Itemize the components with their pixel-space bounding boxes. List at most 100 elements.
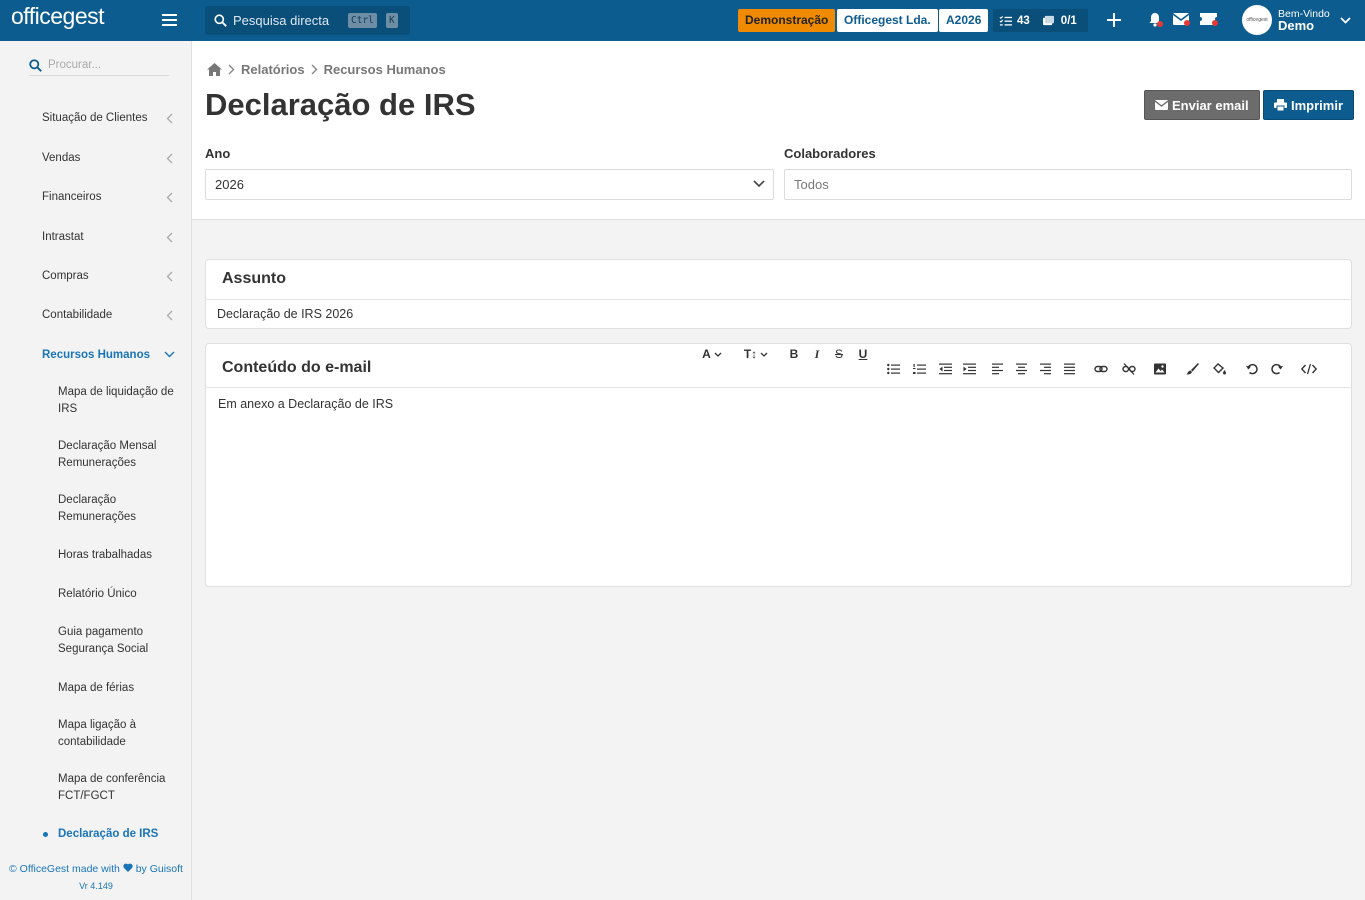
assunto-title: Assunto	[222, 270, 286, 287]
undo-icon[interactable]	[1246, 359, 1258, 379]
sidebar-item-label: Situação de Clientes	[42, 112, 148, 124]
chevron-left-icon	[166, 271, 173, 282]
font-family-label: A	[702, 347, 711, 361]
docs-count[interactable]: 0/1	[1061, 15, 1077, 27]
hamburger-menu-icon[interactable]	[162, 14, 177, 26]
messages[interactable]	[1172, 13, 1190, 28]
sidebar-item-label: Contabilidade	[42, 309, 113, 321]
notifications-bell[interactable]	[1148, 12, 1163, 30]
font-size-button[interactable]: T↕	[741, 344, 771, 364]
submenu-declaracao-irs[interactable]: Declaração de IRS	[58, 826, 183, 843]
strikethrough-button[interactable]: S	[833, 344, 845, 364]
ordered-list-icon[interactable]	[913, 359, 926, 379]
submenu-mapa-conferencia-fct[interactable]: Mapa de conferência FCT/FGCT	[58, 771, 183, 805]
sidebar-item-vendas[interactable]: Vendas	[42, 152, 177, 164]
add-icon[interactable]	[1107, 13, 1121, 27]
font-size-label: T↕	[743, 347, 758, 361]
sidebar-search-placeholder: Procurar...	[48, 59, 102, 71]
assunto-input[interactable]: Declaração de IRS 2026	[206, 299, 1351, 328]
kbd-k: K	[386, 13, 398, 28]
top-bar: officegest Pesquisa directa Ctrl K Demon…	[0, 0, 1365, 41]
underline-button[interactable]: U	[857, 344, 869, 364]
year-badge[interactable]: A2026	[939, 9, 989, 32]
chevron-left-icon	[166, 192, 173, 203]
redo-icon[interactable]	[1271, 359, 1283, 379]
submenu-relatorio-unico[interactable]: Relatório Único	[58, 586, 183, 603]
unlink-icon[interactable]	[1122, 359, 1136, 379]
quick-search-label: Pesquisa directa	[233, 13, 330, 28]
sidebar-search[interactable]: Procurar...	[29, 55, 169, 76]
active-bullet	[43, 832, 48, 837]
assunto-card: Assunto Declaração de IRS 2026	[205, 259, 1352, 329]
chevron-down-icon	[714, 352, 722, 357]
footer-by-guisoft[interactable]: by Guisoft	[136, 863, 183, 875]
print-button[interactable]: Imprimir	[1263, 90, 1355, 120]
breadcrumb-relatorios[interactable]: Relatórios	[241, 62, 305, 77]
submenu-mapa-ligacao-contabilidade[interactable]: Mapa ligação à contabilidade	[58, 717, 183, 751]
align-left-icon[interactable]	[992, 359, 1003, 379]
colaboradores-select[interactable]: Todos	[784, 169, 1352, 200]
avatar: officegest	[1242, 5, 1272, 35]
documents-icon[interactable]	[1042, 15, 1055, 26]
italic-button[interactable]: I	[811, 344, 823, 364]
sidebar-item-situacao-clientes[interactable]: Situação de Clientes	[42, 112, 177, 124]
paint-bucket-icon[interactable]	[1213, 359, 1227, 379]
company-badge[interactable]: Officegest Lda.	[837, 9, 938, 32]
chevron-left-icon	[166, 153, 173, 164]
align-center-icon[interactable]	[1016, 359, 1027, 379]
submenu-declaracao-mensal-remuneracoes[interactable]: Declaração Mensal Remunerações	[58, 438, 183, 472]
ano-select[interactable]: 2026	[205, 169, 774, 200]
code-view-icon[interactable]	[1301, 359, 1317, 379]
breadcrumb: Relatórios Recursos Humanos	[207, 62, 446, 77]
search-icon	[29, 58, 42, 72]
sidebar-item-compras[interactable]: Compras	[42, 270, 177, 282]
align-justify-icon[interactable]	[1064, 359, 1075, 379]
bold-button[interactable]: B	[788, 344, 800, 364]
link-icon[interactable]	[1094, 359, 1108, 379]
quick-search[interactable]: Pesquisa directa Ctrl K	[205, 6, 410, 35]
sidebar-footer: © OfficeGest made with by Guisoft	[0, 863, 192, 875]
user-name: Demo	[1278, 18, 1315, 33]
chevron-left-icon	[166, 310, 173, 321]
font-family-button[interactable]: A	[700, 344, 724, 364]
email-body-editor[interactable]: Em anexo a Declaração de IRS	[206, 387, 1351, 586]
email-content-title: Conteúdo do e-mail	[222, 359, 372, 376]
sidebar-item-recursos-humanos[interactable]: Recursos Humanos	[42, 349, 177, 361]
task-list-icon[interactable]	[999, 15, 1012, 27]
counters: 43 0/1	[993, 9, 1088, 32]
officegest-logo[interactable]: officegest	[11, 3, 105, 30]
sidebar-item-contabilidade[interactable]: Contabilidade	[42, 309, 177, 321]
user-menu[interactable]: officegest Bem-Vindo Demo	[1242, 5, 1351, 35]
home-icon[interactable]	[207, 63, 222, 76]
indent-icon[interactable]	[963, 359, 976, 379]
sidebar-item-label: Intrastat	[42, 231, 84, 243]
submenu-guia-seguranca-social[interactable]: Guia pagamento Segurança Social	[58, 624, 183, 658]
colaboradores-label: Colaboradores	[784, 146, 876, 161]
chevron-down-icon	[753, 180, 765, 188]
align-right-icon[interactable]	[1040, 359, 1051, 379]
brush-icon[interactable]	[1186, 359, 1199, 379]
email-content-card: Conteúdo do e-mail A T↕ B I S U Em anexo…	[205, 343, 1352, 587]
sidebar-item-label: Financeiros	[42, 191, 102, 203]
submenu-declaracao-remuneracoes[interactable]: Declaração Remunerações	[58, 492, 183, 526]
footer-made-with: © OfficeGest made with	[9, 863, 120, 875]
image-icon[interactable]	[1154, 359, 1166, 379]
tasks-count[interactable]: 43	[1017, 15, 1030, 27]
envelope-icon	[1155, 100, 1168, 110]
send-email-label: Enviar email	[1172, 97, 1249, 113]
chevron-right-icon	[228, 64, 235, 75]
printer-icon	[1274, 99, 1287, 111]
tickets[interactable]	[1200, 13, 1218, 28]
outdent-icon[interactable]	[939, 359, 952, 379]
submenu-mapa-ferias[interactable]: Mapa de férias	[58, 680, 183, 697]
chevron-down-icon	[1340, 16, 1351, 24]
sidebar-item-financeiros[interactable]: Financeiros	[42, 191, 177, 203]
breadcrumb-recursos-humanos[interactable]: Recursos Humanos	[324, 62, 446, 77]
submenu-mapa-liquidacao-irs[interactable]: Mapa de liquidação de IRS	[58, 384, 183, 418]
unordered-list-icon[interactable]	[887, 359, 900, 379]
send-email-button[interactable]: Enviar email	[1144, 90, 1260, 120]
demo-badge[interactable]: Demonstração	[738, 9, 836, 32]
sidebar-item-intrastat[interactable]: Intrastat	[42, 231, 177, 243]
submenu-horas-trabalhadas[interactable]: Horas trabalhadas	[58, 547, 183, 564]
kbd-ctrl: Ctrl	[348, 13, 377, 28]
